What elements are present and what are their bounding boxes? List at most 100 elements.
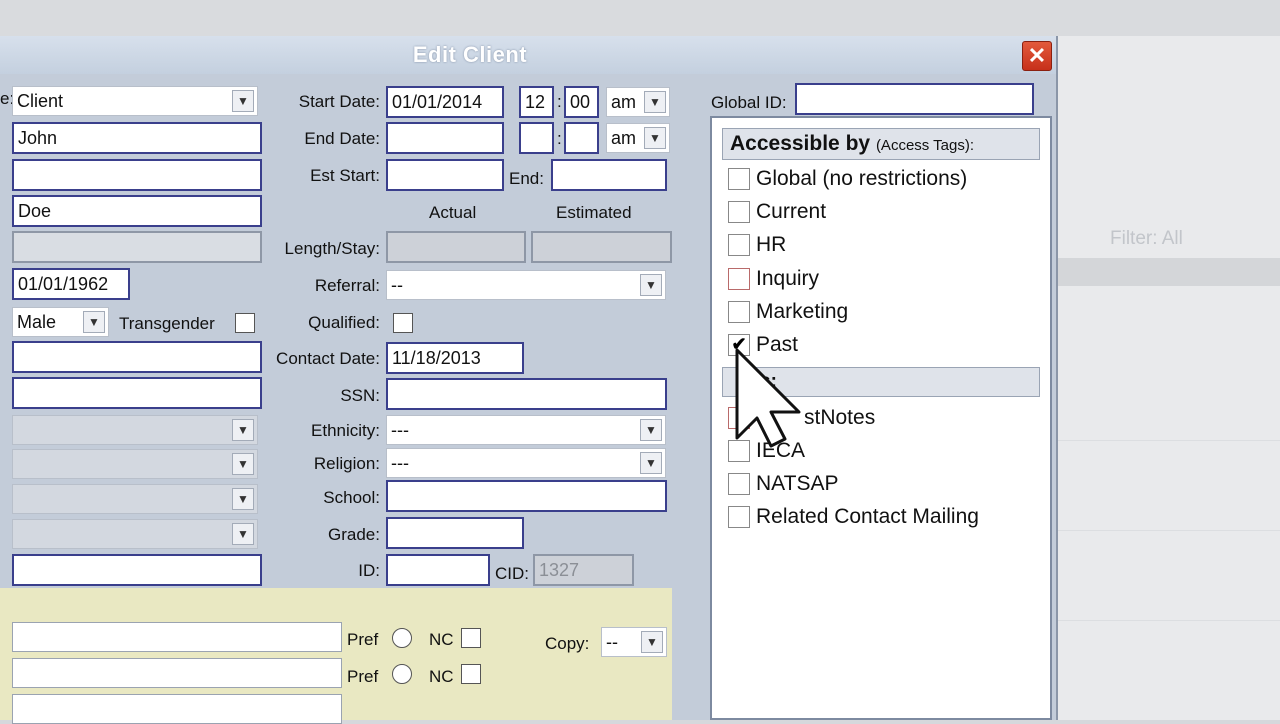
tag-checkbox[interactable]	[728, 268, 750, 290]
pref-radio-1[interactable]	[392, 628, 412, 648]
grade-field[interactable]	[386, 517, 524, 549]
chevron-down-icon[interactable]: ▼	[640, 452, 662, 474]
pref-label: Pref	[347, 667, 379, 686]
contact-field-1[interactable]	[12, 622, 342, 652]
mouse-cursor-icon	[735, 348, 801, 448]
contact-field-2[interactable]	[12, 658, 342, 688]
tag-checkbox[interactable]	[728, 201, 750, 223]
background-filter-text[interactable]: Filter: All	[1110, 226, 1240, 252]
left-select-4[interactable]: ▼	[12, 519, 258, 549]
global-id-field[interactable]	[795, 83, 1034, 115]
chevron-down-icon[interactable]: ▼	[640, 419, 662, 441]
ssn-field[interactable]	[386, 378, 667, 410]
ethnicity-label: Ethnicity:	[311, 421, 380, 440]
client-type-select[interactable]: Client ▼	[12, 86, 258, 116]
end-date-label: End Date:	[304, 129, 380, 148]
est-start-field[interactable]	[386, 159, 504, 191]
tag-label: Global (no restrictions)	[756, 167, 968, 190]
tag-checkbox[interactable]	[728, 234, 750, 256]
start-date-field[interactable]: 01/01/2014	[386, 86, 504, 118]
first-name-field[interactable]: John	[12, 122, 262, 154]
religion-label: Religion:	[313, 454, 380, 473]
global-id-label: Global ID:	[711, 93, 787, 112]
close-button[interactable]: ✕	[1022, 41, 1052, 71]
background-divider	[1058, 620, 1280, 621]
start-ampm-select[interactable]: am ▼	[606, 87, 670, 117]
religion-value: ---	[391, 453, 409, 473]
left-select-3[interactable]: ▼	[12, 484, 258, 514]
nickname-field[interactable]	[12, 231, 262, 263]
school-field[interactable]	[386, 480, 667, 512]
dialog-title: Edit Client	[412, 42, 528, 67]
est-end-field[interactable]	[551, 159, 667, 191]
cid-label: CID:	[495, 564, 529, 583]
end-ampm-select[interactable]: am ▼	[606, 123, 670, 153]
pref-radio-2[interactable]	[392, 664, 412, 684]
religion-select[interactable]: --- ▼	[386, 448, 666, 478]
birth-date-field[interactable]: 01/01/1962	[12, 268, 130, 300]
start-hour-field[interactable]: 12	[519, 86, 554, 118]
background-app-panel	[1056, 36, 1280, 720]
referral-select[interactable]: -- ▼	[386, 270, 666, 300]
middle-name-field[interactable]	[12, 159, 262, 191]
copy-value: --	[606, 632, 618, 652]
list-checkbox[interactable]	[728, 506, 750, 528]
chevron-down-icon[interactable]: ▼	[232, 488, 254, 510]
left-select-2[interactable]: ▼	[12, 449, 258, 479]
ethnicity-value: ---	[391, 420, 409, 440]
qualified-label: Qualified:	[308, 313, 380, 332]
ethnicity-select[interactable]: --- ▼	[386, 415, 666, 445]
chevron-down-icon[interactable]: ▼	[232, 90, 254, 112]
chevron-down-icon[interactable]: ▼	[232, 523, 254, 545]
length-stay-label: Length/Stay:	[284, 239, 380, 258]
end-minute-field[interactable]	[564, 122, 599, 154]
background-divider	[1058, 530, 1280, 531]
tag-label: Marketing	[756, 300, 849, 323]
nc-checkbox-1[interactable]	[461, 628, 481, 648]
start-ampm-value: am	[611, 92, 637, 112]
chevron-down-icon[interactable]: ▼	[641, 631, 663, 653]
phone-field[interactable]	[12, 377, 262, 409]
chevron-down-icon[interactable]: ▼	[83, 311, 105, 333]
school-label: School:	[323, 488, 380, 507]
chevron-down-icon[interactable]: ▼	[644, 127, 666, 149]
last-name-field[interactable]: Doe	[12, 195, 262, 227]
id-field[interactable]	[386, 554, 490, 586]
grade-label: Grade:	[328, 525, 380, 544]
gender-select[interactable]: Male ▼	[12, 307, 109, 337]
chevron-down-icon[interactable]: ▼	[644, 91, 666, 113]
actual-column-label: Actual	[429, 203, 477, 222]
start-minute-field[interactable]: 00	[564, 86, 599, 118]
client-type-value: Client	[17, 91, 64, 111]
transgender-checkbox[interactable]	[235, 313, 255, 333]
email-field[interactable]	[12, 341, 262, 373]
left-select-1[interactable]: ▼	[12, 415, 258, 445]
end-date-field[interactable]	[386, 122, 504, 154]
tag-label: Inquiry	[756, 267, 820, 290]
tag-label: HR	[756, 233, 787, 256]
tag-checkbox[interactable]	[728, 168, 750, 190]
referral-value: --	[391, 275, 403, 295]
list-checkbox[interactable]	[728, 473, 750, 495]
est-end-label: End:	[509, 169, 544, 188]
chevron-down-icon[interactable]: ▼	[232, 453, 254, 475]
contact-date-field[interactable]: 11/18/2013	[386, 342, 524, 374]
access-tags-header: Accessible by (Access Tags):	[722, 128, 1040, 160]
nc-checkbox-2[interactable]	[461, 664, 481, 684]
start-date-label: Start Date:	[298, 92, 380, 111]
qualified-checkbox[interactable]	[393, 313, 413, 333]
chevron-down-icon[interactable]: ▼	[640, 274, 662, 296]
list-label: stNotes	[804, 406, 876, 429]
background-app-top	[0, 0, 1280, 36]
est-start-label: Est Start:	[310, 166, 380, 185]
copy-label: Copy:	[545, 634, 590, 653]
nc-label: NC	[429, 630, 454, 649]
left-text-field[interactable]	[12, 554, 262, 586]
list-label: NATSAP	[756, 472, 839, 495]
end-hour-field[interactable]	[519, 122, 554, 154]
copy-select[interactable]: -- ▼	[601, 627, 667, 657]
tag-checkbox[interactable]	[728, 301, 750, 323]
time-separator: :	[557, 92, 562, 111]
chevron-down-icon[interactable]: ▼	[232, 419, 254, 441]
pref-label: Pref	[347, 630, 379, 649]
